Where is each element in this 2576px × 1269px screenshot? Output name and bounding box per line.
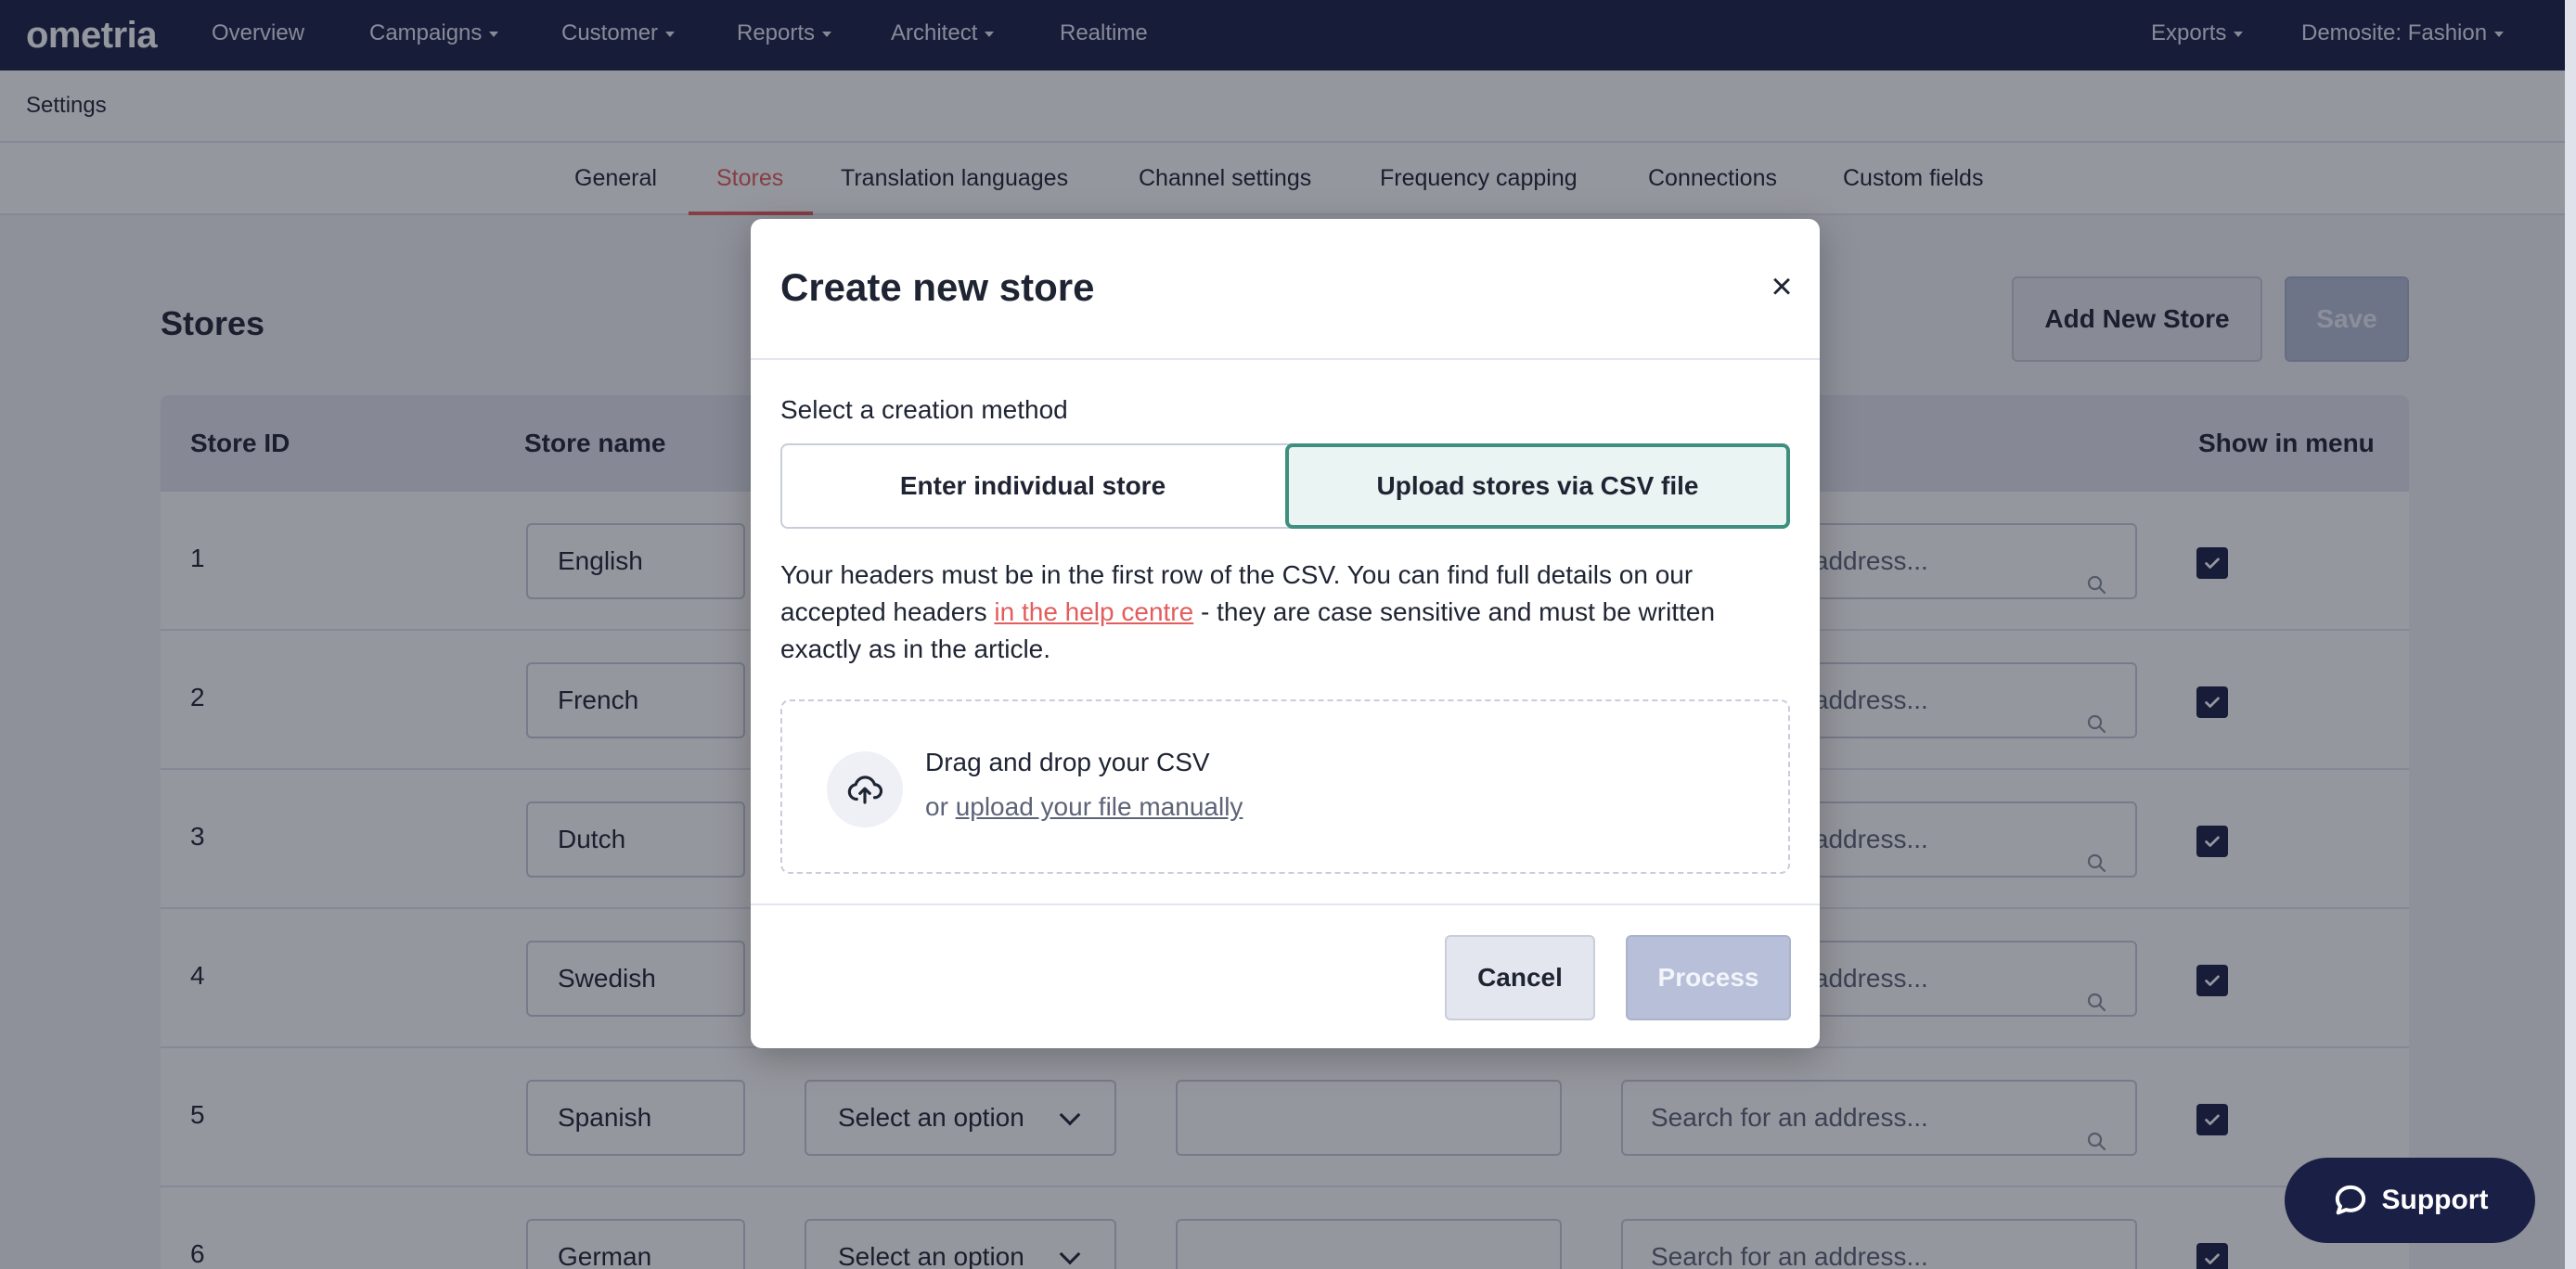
create-store-modal: Create new store × Select a creation met…: [751, 219, 1820, 1048]
csv-instructions: Your headers must be in the first row of…: [780, 557, 1801, 668]
drop-subtitle: or upload your file manually: [925, 792, 1243, 822]
option-upload-csv[interactable]: Upload stores via CSV file: [1285, 443, 1790, 529]
cancel-button[interactable]: Cancel: [1445, 935, 1595, 1020]
support-label: Support: [2381, 1185, 2489, 1215]
modal-title: Create new store: [780, 265, 1095, 309]
process-button[interactable]: Process: [1626, 935, 1791, 1020]
upload-manually-link[interactable]: upload your file manually: [956, 792, 1243, 821]
modal-header: Create new store ×: [751, 219, 1820, 360]
help-centre-link[interactable]: in the help centre: [994, 597, 1193, 626]
close-icon[interactable]: ×: [1766, 268, 1797, 305]
option-individual-store[interactable]: Enter individual store: [782, 445, 1283, 527]
creation-method-label: Select a creation method: [780, 395, 1068, 424]
chat-bubble-icon: [2335, 1185, 2365, 1215]
upload-cloud-icon: [827, 751, 903, 827]
creation-method-toggle: Enter individual store Upload stores via…: [780, 443, 1790, 529]
csv-dropzone[interactable]: Drag and drop your CSV or upload your fi…: [780, 699, 1790, 874]
drop-title: Drag and drop your CSV: [925, 748, 1210, 776]
support-button[interactable]: Support: [2285, 1158, 2535, 1243]
page-scrollbar[interactable]: [2565, 0, 2576, 1269]
modal-footer: Cancel Process: [751, 904, 1820, 1048]
drop-or-text: or: [925, 792, 956, 821]
